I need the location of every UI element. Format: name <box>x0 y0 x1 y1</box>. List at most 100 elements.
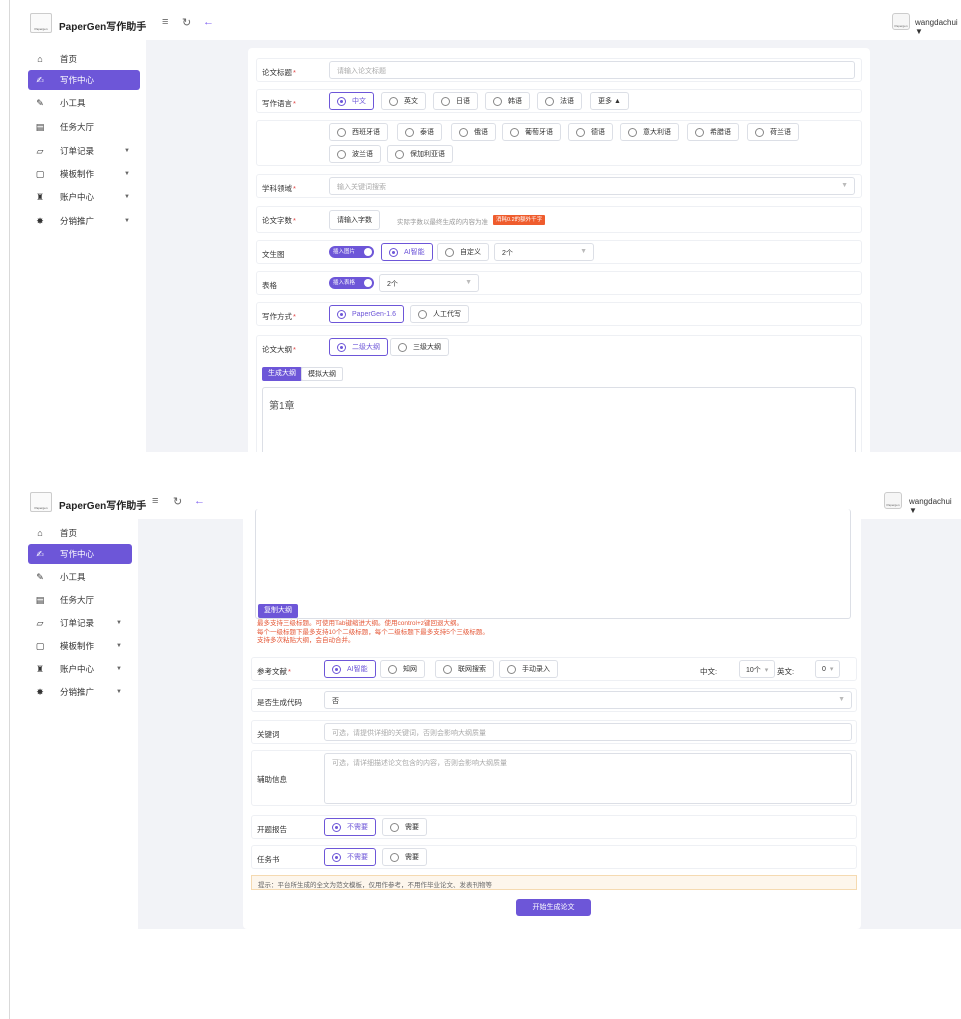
avatar[interactable]: Papergen <box>892 13 910 30</box>
sidebar-item-account[interactable]: ♜ 账户中心 ▼ <box>28 659 132 679</box>
sidebar-item-home[interactable]: ⌂ 首页 <box>28 49 140 69</box>
sidebar-item-tasks[interactable]: ▤ 任务大厅 <box>28 590 132 610</box>
order-icon: ▱ <box>36 617 44 628</box>
assignment-option-no[interactable]: 不需要 <box>324 848 376 866</box>
lang-option-zh[interactable]: 中文 <box>329 92 374 110</box>
mode-option-human[interactable]: 人工代写 <box>410 305 469 323</box>
order-icon: ▱ <box>36 145 44 156</box>
row-mode: 写作方式* PaperGen-1.6 人工代写 <box>256 302 862 326</box>
chevron-down-icon: ▼ <box>124 171 130 177</box>
image-count-select[interactable]: 2个 ▼ <box>494 243 594 261</box>
sidebar-item-orders[interactable]: ▱ 订单记录 ▼ <box>28 141 140 161</box>
copy-outline-button[interactable]: 复制大纲 <box>258 604 298 618</box>
back-arrow-icon[interactable]: ← <box>194 495 205 507</box>
top-bar: Papergen PaperGen写作助手 ≡ ↻ ← Papergen wan… <box>22 0 961 40</box>
image-option-custom[interactable]: 自定义 <box>437 243 489 261</box>
template-icon: ▢ <box>35 640 45 651</box>
menu-toggle-icon[interactable]: ≡ <box>152 495 158 507</box>
sidebar-item-tools[interactable]: ✎ 小工具 <box>28 567 132 587</box>
chevron-down-icon: ▼ <box>465 279 472 286</box>
outline-option-level2[interactable]: 二级大纲 <box>329 338 388 356</box>
promote-icon: ✸ <box>36 686 44 697</box>
ref-cn-count-select[interactable]: 10个 ▾ <box>739 660 776 678</box>
sidebar-item-writing[interactable]: ✍ 写作中心 <box>28 70 140 90</box>
sidebar-item-tools[interactable]: ✎ 小工具 <box>28 93 140 113</box>
lang-option-es[interactable]: 西班牙语 <box>329 123 388 141</box>
tab-generate-outline[interactable]: 生成大纲 <box>262 367 302 381</box>
screenshot-top: Papergen PaperGen写作助手 ≡ ↻ ← Papergen wan… <box>22 0 961 452</box>
start-generate-button[interactable]: 开始生成论文 <box>516 899 591 916</box>
image-option-ai[interactable]: AI智能 <box>381 243 433 261</box>
tools-icon: ✎ <box>36 97 44 108</box>
code-select[interactable]: 否 ▼ <box>324 691 852 709</box>
sidebar-item-home[interactable]: ⌂ 首页 <box>28 523 132 543</box>
lang-option-pt[interactable]: 葡萄牙语 <box>502 123 561 141</box>
home-icon: ⌂ <box>37 54 43 64</box>
lang-option-de[interactable]: 德语 <box>568 123 613 141</box>
lang-option-ru[interactable]: 俄语 <box>451 123 496 141</box>
writing-icon: ✍ <box>36 74 44 85</box>
writing-icon: ✍ <box>36 548 44 559</box>
refresh-icon[interactable]: ↻ <box>173 495 182 508</box>
sidebar-item-templates[interactable]: ▢ 模板制作 ▼ <box>28 636 132 656</box>
outline-editor[interactable]: 第1章 <box>262 387 856 452</box>
chevron-down-icon: ▼ <box>116 643 122 649</box>
form-card: 论文标题* 请输入论文标题 写作语言* 中文 英文 日语 韩语 法语 更多 ▲ … <box>248 48 870 452</box>
extra-textarea[interactable]: 可选，请详细描述论文包含的内容，否则会影响大纲质量 <box>324 753 852 804</box>
sidebar-item-promote[interactable]: ✸ 分销推广 ▼ <box>28 682 132 702</box>
tab-simulate-outline[interactable]: 模拟大纲 <box>301 367 343 381</box>
ref-option-ai[interactable]: AI智能 <box>324 660 376 678</box>
lang-option-th[interactable]: 泰语 <box>397 123 442 141</box>
username-dropdown[interactable]: wangdachui ▼ <box>909 497 961 515</box>
word-count-tag: 消耗0.2的额外千字 <box>493 215 546 225</box>
promote-icon: ✸ <box>36 215 44 226</box>
lang-option-ko[interactable]: 韩语 <box>485 92 530 110</box>
lang-option-bg[interactable]: 保加利亚语 <box>387 145 453 163</box>
back-arrow-icon[interactable]: ← <box>203 16 214 28</box>
ref-option-manual[interactable]: 手动录入 <box>499 660 558 678</box>
proposal-option-no[interactable]: 不需要 <box>324 818 376 836</box>
lang-option-it[interactable]: 意大利语 <box>620 123 679 141</box>
lang-more-button[interactable]: 更多 ▲ <box>590 92 629 110</box>
title-input[interactable]: 请输入论文标题 <box>329 61 855 79</box>
account-icon: ♜ <box>35 191 45 202</box>
lang-option-en[interactable]: 英文 <box>381 92 426 110</box>
row-image: 文生图 插入图片 AI智能 自定义 2个 ▼ <box>256 240 862 264</box>
sidebar-item-writing[interactable]: ✍ 写作中心 <box>28 544 132 564</box>
word-count-input[interactable]: 请输入字数 <box>329 210 380 230</box>
lang-option-ja[interactable]: 日语 <box>433 92 478 110</box>
ref-en-count-select[interactable]: 0 ▾ <box>815 660 841 678</box>
ref-option-cnki[interactable]: 知网 <box>380 660 425 678</box>
lang-option-pl[interactable]: 波兰语 <box>329 145 381 163</box>
mode-option-papergen[interactable]: PaperGen-1.6 <box>329 305 404 323</box>
sidebar-item-orders[interactable]: ▱ 订单记录 ▼ <box>28 613 132 633</box>
keywords-input[interactable]: 可选，请提供详细的关键词，否则会影响大纲质量 <box>324 723 852 741</box>
row-language-more: 西班牙语 泰语 俄语 葡萄牙语 德语 意大利语 希腊语 荷兰语 波兰语 保加利亚… <box>256 120 862 166</box>
chevron-down-icon: ▼ <box>580 248 587 255</box>
sidebar-item-account[interactable]: ♜ 账户中心 ▼ <box>28 187 140 207</box>
insert-table-switch[interactable]: 插入表格 <box>329 277 374 289</box>
lang-option-fr[interactable]: 法语 <box>537 92 582 110</box>
insert-image-switch[interactable]: 插入图片 <box>329 246 374 258</box>
ref-option-web[interactable]: 联网搜索 <box>435 660 494 678</box>
lang-option-nl[interactable]: 荷兰语 <box>747 123 799 141</box>
app-title: PaperGen写作助手 <box>59 22 147 33</box>
sidebar-item-promote[interactable]: ✸ 分销推广 ▼ <box>28 211 140 231</box>
outline-option-level3[interactable]: 三级大纲 <box>390 338 449 356</box>
lang-option-el[interactable]: 希腊语 <box>687 123 739 141</box>
row-outline: 论文大纲* 二级大纲 三级大纲 生成大纲 模拟大纲 第1章 <box>256 335 862 452</box>
outline-editor[interactable] <box>255 509 851 619</box>
row-references: 参考文献* AI智能 知网 联网搜索 手动录入 中文: 10个 ▾ 英文: 0 ▾ <box>251 657 857 681</box>
chevron-down-icon: ▼ <box>124 148 130 154</box>
username-dropdown[interactable]: wangdachui ▼ <box>915 18 961 36</box>
sidebar-item-templates[interactable]: ▢ 模板制作 ▼ <box>28 164 140 184</box>
proposal-option-yes[interactable]: 需要 <box>382 818 427 836</box>
sidebar-item-tasks[interactable]: ▤ 任务大厅 <box>28 117 140 137</box>
avatar[interactable]: Papergen <box>884 492 902 509</box>
refresh-icon[interactable]: ↻ <box>182 16 191 29</box>
assignment-option-yes[interactable]: 需要 <box>382 848 427 866</box>
table-count-select[interactable]: 2个 ▼ <box>379 274 479 292</box>
menu-toggle-icon[interactable]: ≡ <box>162 16 168 28</box>
tools-icon: ✎ <box>36 571 44 582</box>
subject-select[interactable]: 输入关键词搜索 ▼ <box>329 177 855 195</box>
